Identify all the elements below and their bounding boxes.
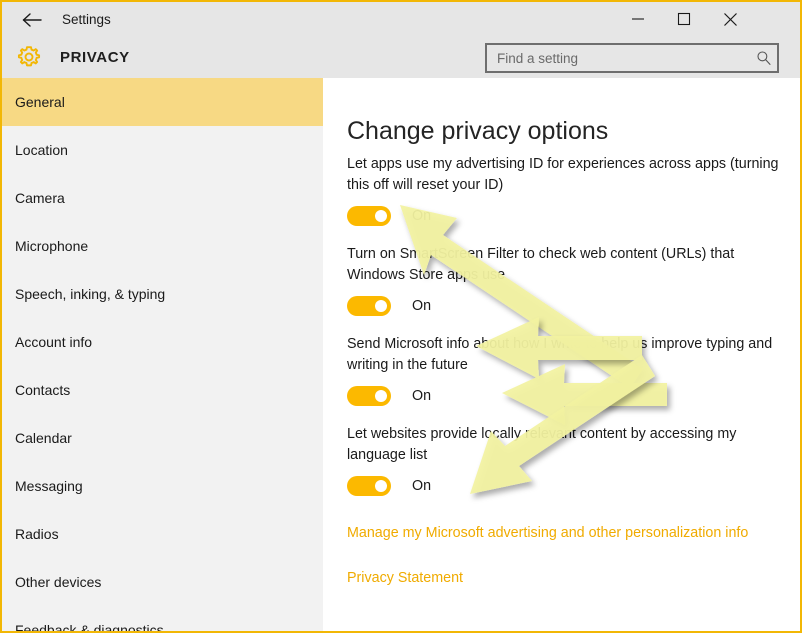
- sidebar-item-feedback-diagnostics[interactable]: Feedback & diagnostics: [2, 606, 323, 631]
- page-header: PRIVACY: [2, 38, 800, 78]
- option-label: Let websites provide locally relevant co…: [347, 426, 737, 463]
- minimize-button[interactable]: [615, 2, 661, 36]
- sidebar-item-microphone[interactable]: Microphone: [2, 222, 323, 270]
- toggle-row: On: [347, 385, 787, 407]
- sidebar-item-label: Speech, inking, & typing: [15, 286, 166, 302]
- titlebar: Settings: [2, 2, 800, 38]
- link-row: Privacy Statement: [347, 569, 787, 587]
- sidebar-item-location[interactable]: Location: [2, 126, 323, 174]
- toggle-language-list[interactable]: [347, 476, 391, 496]
- sidebar-item-label: Radios: [15, 526, 59, 542]
- sidebar-item-label: Messaging: [15, 478, 83, 494]
- sidebar-item-label: Feedback & diagnostics: [15, 622, 164, 631]
- toggle-typing-writing-info[interactable]: [347, 386, 391, 406]
- back-button[interactable]: [10, 2, 54, 38]
- sidebar-item-label: Other devices: [15, 574, 102, 590]
- link-row: Manage my Microsoft advertising and othe…: [347, 524, 787, 542]
- sidebar-item-camera[interactable]: Camera: [2, 174, 323, 222]
- toggle-state-label: On: [412, 298, 432, 314]
- toggle-row: On: [347, 475, 787, 497]
- link-privacy-statement[interactable]: Privacy Statement: [347, 570, 463, 586]
- sidebar-item-radios[interactable]: Radios: [2, 510, 323, 558]
- sidebar-item-other-devices[interactable]: Other devices: [2, 558, 323, 606]
- sidebar-item-label: Microphone: [15, 238, 89, 254]
- option-label: Send Microsoft info about how I write to…: [347, 336, 773, 373]
- toggle-knob: [375, 390, 387, 402]
- option-label: Turn on SmartScreen Filter to check web …: [347, 246, 735, 283]
- option-advertising-id: Let apps use my advertising ID for exper…: [347, 154, 787, 227]
- option-language-list: Let websites provide locally relevant co…: [347, 424, 787, 497]
- toggle-knob: [375, 210, 387, 222]
- search-input[interactable]: [487, 50, 751, 66]
- toggle-knob: [375, 480, 387, 492]
- search-box[interactable]: [485, 43, 779, 73]
- page-title: PRIVACY: [60, 49, 130, 66]
- sidebar-nav: General Location Camera Microphone Speec…: [2, 78, 323, 631]
- toggle-smartscreen-filter[interactable]: [347, 296, 391, 316]
- toggle-knob: [375, 300, 387, 312]
- link-manage-advertising[interactable]: Manage my Microsoft advertising and othe…: [347, 525, 748, 541]
- content-heading: Change privacy options: [347, 116, 609, 145]
- toggle-row: On: [347, 295, 787, 317]
- sidebar-item-label: General: [15, 94, 65, 110]
- content-pane: Change privacy options Let apps use my a…: [323, 78, 800, 631]
- sidebar-item-messaging[interactable]: Messaging: [2, 462, 323, 510]
- toggle-state-label: On: [412, 388, 432, 404]
- gear-icon: [14, 42, 44, 72]
- settings-window: Settings PRIVACY Find a setting General …: [0, 0, 802, 633]
- privacy-options-list: Let apps use my advertising ID for exper…: [347, 154, 787, 587]
- option-smartscreen-filter: Turn on SmartScreen Filter to check web …: [347, 244, 787, 317]
- search-icon[interactable]: [751, 50, 777, 66]
- sidebar-item-general[interactable]: General: [2, 78, 323, 126]
- sidebar-item-label: Account info: [15, 334, 93, 350]
- maximize-button[interactable]: [661, 2, 707, 36]
- sidebar-item-speech-inking-typing[interactable]: Speech, inking, & typing: [2, 270, 323, 318]
- option-typing-writing-info: Send Microsoft info about how I write to…: [347, 334, 787, 407]
- option-label: Let apps use my advertising ID for exper…: [347, 156, 779, 193]
- sidebar-item-label: Camera: [15, 190, 65, 206]
- sidebar-item-contacts[interactable]: Contacts: [2, 366, 323, 414]
- toggle-row: On: [347, 205, 787, 227]
- sidebar-item-account-info[interactable]: Account info: [2, 318, 323, 366]
- sidebar-item-label: Calendar: [15, 430, 72, 446]
- toggle-advertising-id[interactable]: [347, 206, 391, 226]
- toggle-state-label: On: [412, 208, 432, 224]
- sidebar-item-calendar[interactable]: Calendar: [2, 414, 323, 462]
- app-title: Settings: [62, 12, 111, 27]
- sidebar-item-label: Location: [15, 142, 68, 158]
- sidebar-item-label: Contacts: [15, 382, 71, 398]
- close-button[interactable]: [707, 2, 753, 36]
- toggle-state-label: On: [412, 478, 432, 494]
